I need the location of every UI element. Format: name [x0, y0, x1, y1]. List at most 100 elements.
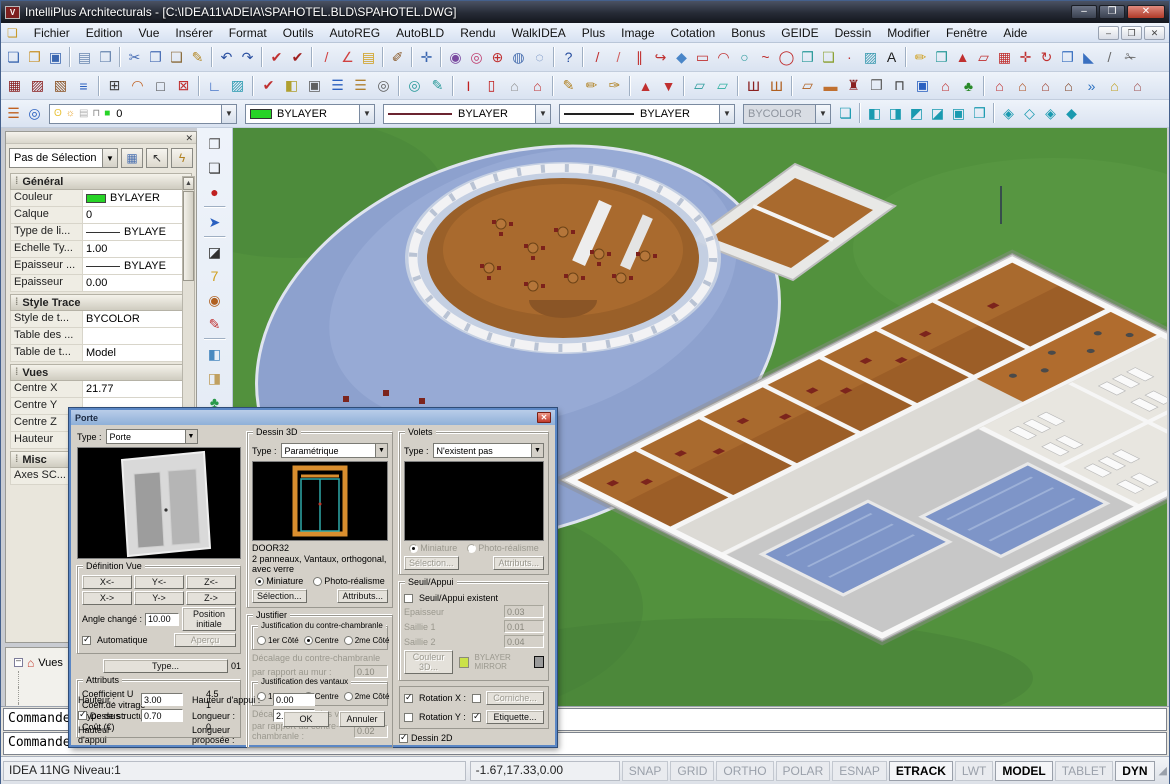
- roof-red-icon[interactable]: ⌂: [526, 75, 549, 97]
- cut-icon[interactable]: ✂: [124, 46, 145, 68]
- box-3d-icon[interactable]: ▣: [303, 75, 326, 97]
- scale-icon[interactable]: ◣: [1078, 46, 1099, 68]
- ellipse-icon[interactable]: ◯: [776, 46, 797, 68]
- scroll-thumb[interactable]: [183, 191, 194, 281]
- view-z-minus-button[interactable]: Z<-: [186, 575, 236, 589]
- house-photo-icon[interactable]: ⌂: [1126, 75, 1149, 97]
- open-folder-icon[interactable]: ❐: [24, 46, 45, 68]
- contre-1er-cote-radio[interactable]: 1er Côté: [257, 636, 299, 645]
- mdi-close-button[interactable]: ✕: [1144, 26, 1165, 40]
- zoom-previous-icon[interactable]: ◌: [529, 46, 550, 68]
- railing-edit-icon[interactable]: Ш: [765, 75, 788, 97]
- palette-close-icon[interactable]: ✕: [185, 133, 193, 143]
- model-toggle[interactable]: MODEL: [995, 761, 1052, 781]
- batch-check-icon[interactable]: ✔: [287, 46, 308, 68]
- view-front-icon[interactable]: ◨: [885, 103, 906, 125]
- view-top-icon[interactable]: ◧: [864, 103, 885, 125]
- find-doc-icon[interactable]: ◎: [372, 75, 395, 97]
- photo-realisme-radio[interactable]: Photo-réalisme: [313, 576, 385, 586]
- contre-centre-radio[interactable]: Centre: [304, 636, 339, 645]
- menu-rendu[interactable]: Rendu: [452, 24, 503, 42]
- redo-icon[interactable]: ↷: [237, 46, 258, 68]
- view-right-icon[interactable]: ◪: [927, 103, 948, 125]
- dropdown-arrow-icon[interactable]: ▼: [221, 105, 236, 123]
- wall-edit-icon[interactable]: ▧: [49, 75, 72, 97]
- desk-icon[interactable]: ⊓: [888, 75, 911, 97]
- etrack-toggle[interactable]: ETRACK: [889, 761, 953, 781]
- roof-icon[interactable]: ⌂: [503, 75, 526, 97]
- view-x-plus-button[interactable]: X->: [82, 591, 132, 605]
- house-window-icon[interactable]: ⌂: [988, 75, 1011, 97]
- property-row[interactable]: Epaisseur ... BYLAYE: [10, 258, 192, 275]
- material-edit-icon[interactable]: ✎: [202, 312, 228, 336]
- shade-flat-icon[interactable]: ◈: [1040, 103, 1061, 125]
- door-post-icon[interactable]: I: [457, 75, 480, 97]
- menu-fichier[interactable]: Fichier: [26, 24, 78, 42]
- dessus-field[interactable]: [141, 709, 183, 722]
- menu-modifier[interactable]: Modifier: [879, 24, 938, 42]
- lineweight-combo[interactable]: BYLAYER ▼: [559, 104, 735, 124]
- dyn-toggle[interactable]: DYN: [1115, 761, 1154, 781]
- position-initiale-button[interactable]: Position initiale: [182, 607, 236, 631]
- new-file-icon[interactable]: ❏: [3, 46, 24, 68]
- railing-icon[interactable]: Ш: [742, 75, 765, 97]
- save-icon[interactable]: ▣: [45, 46, 66, 68]
- layer-combo[interactable]: ʘ☼▤⊓■ 0 ▼: [49, 104, 237, 124]
- dessin3d-attributs-button[interactable]: Attributs...: [337, 589, 388, 603]
- wall-icon[interactable]: ▦: [3, 75, 26, 97]
- arc-icon[interactable]: ◠: [713, 46, 734, 68]
- section-header[interactable]: ⁞ Général «: [10, 173, 192, 190]
- dialog-title-bar[interactable]: Porte ✕: [71, 410, 555, 425]
- shade-wire-icon[interactable]: ◈: [998, 103, 1019, 125]
- annuler-button[interactable]: Annuler: [339, 711, 385, 727]
- property-row[interactable]: Couleur BYLAYER: [10, 190, 192, 207]
- menu-fenetre[interactable]: Fenêtre: [938, 24, 995, 42]
- trim-icon[interactable]: ✁: [1120, 46, 1141, 68]
- door-3d-preview[interactable]: [77, 447, 241, 559]
- miniature-radio[interactable]: Miniature: [255, 576, 303, 586]
- menu-edition[interactable]: Edition: [78, 24, 131, 42]
- house-sun-icon[interactable]: ⌂: [1103, 75, 1126, 97]
- pencil-doc-icon[interactable]: ✑: [603, 75, 626, 97]
- grid-toggle[interactable]: GRID: [670, 761, 714, 781]
- dialog-close-icon[interactable]: ✕: [537, 412, 551, 423]
- angle-change-field[interactable]: [145, 613, 179, 626]
- zoom-extents-icon[interactable]: ◍: [508, 46, 529, 68]
- tablet-toggle[interactable]: TABLET: [1055, 761, 1113, 781]
- parallel-lines-icon[interactable]: ∥: [629, 46, 650, 68]
- extend-icon[interactable]: /: [1099, 46, 1120, 68]
- pencil-draw-icon[interactable]: ✎: [557, 75, 580, 97]
- help-icon[interactable]: ?: [558, 46, 579, 68]
- measure-distance-icon[interactable]: /: [316, 46, 337, 68]
- eraser-icon[interactable]: ▱: [688, 75, 711, 97]
- polygon-icon[interactable]: ◆: [671, 46, 692, 68]
- house-edit-icon[interactable]: ⌂: [1011, 75, 1034, 97]
- zoom-in-icon[interactable]: ⊕: [487, 46, 508, 68]
- frame-icon[interactable]: □: [149, 75, 172, 97]
- menu-format[interactable]: Format: [221, 24, 275, 42]
- rectangle-icon[interactable]: ▭: [692, 46, 713, 68]
- array-icon[interactable]: ▦: [994, 46, 1015, 68]
- menu-vue[interactable]: Vue: [130, 24, 167, 42]
- check-standards-icon[interactable]: ✔: [266, 46, 287, 68]
- section-header[interactable]: ⁞ Style Trace «: [10, 294, 192, 311]
- contre-2me-cote-radio[interactable]: 2me Côté: [344, 636, 390, 645]
- volets-type-combo[interactable]: N'existent pas ▼: [433, 443, 544, 458]
- layer-states-icon[interactable]: ◎: [24, 103, 45, 125]
- calculator-icon[interactable]: ▤: [358, 46, 379, 68]
- rotation-y-checkbox[interactable]: [404, 713, 413, 722]
- image-landscape-icon[interactable]: ◧: [202, 342, 228, 366]
- expand-icon[interactable]: [14, 658, 23, 667]
- view-iso-icon[interactable]: ▣: [948, 103, 969, 125]
- wall-properties-icon[interactable]: ▨: [26, 75, 49, 97]
- view-left-icon[interactable]: ◩: [906, 103, 927, 125]
- panel-hatch-icon[interactable]: ▨: [226, 75, 249, 97]
- etiquette-checkbox[interactable]: [472, 713, 481, 722]
- drop-arrow-icon[interactable]: ▼: [102, 149, 117, 167]
- linetype-combo[interactable]: BYLAYER ▼: [383, 104, 551, 124]
- property-row[interactable]: Type de li... BYLAYE: [10, 224, 192, 241]
- menu-dessin[interactable]: Dessin: [827, 24, 880, 42]
- property-row[interactable]: Echelle Ty... 1.00: [10, 241, 192, 258]
- property-row[interactable]: Table de t... Model: [10, 345, 192, 362]
- image-beach-icon[interactable]: ◨: [202, 366, 228, 390]
